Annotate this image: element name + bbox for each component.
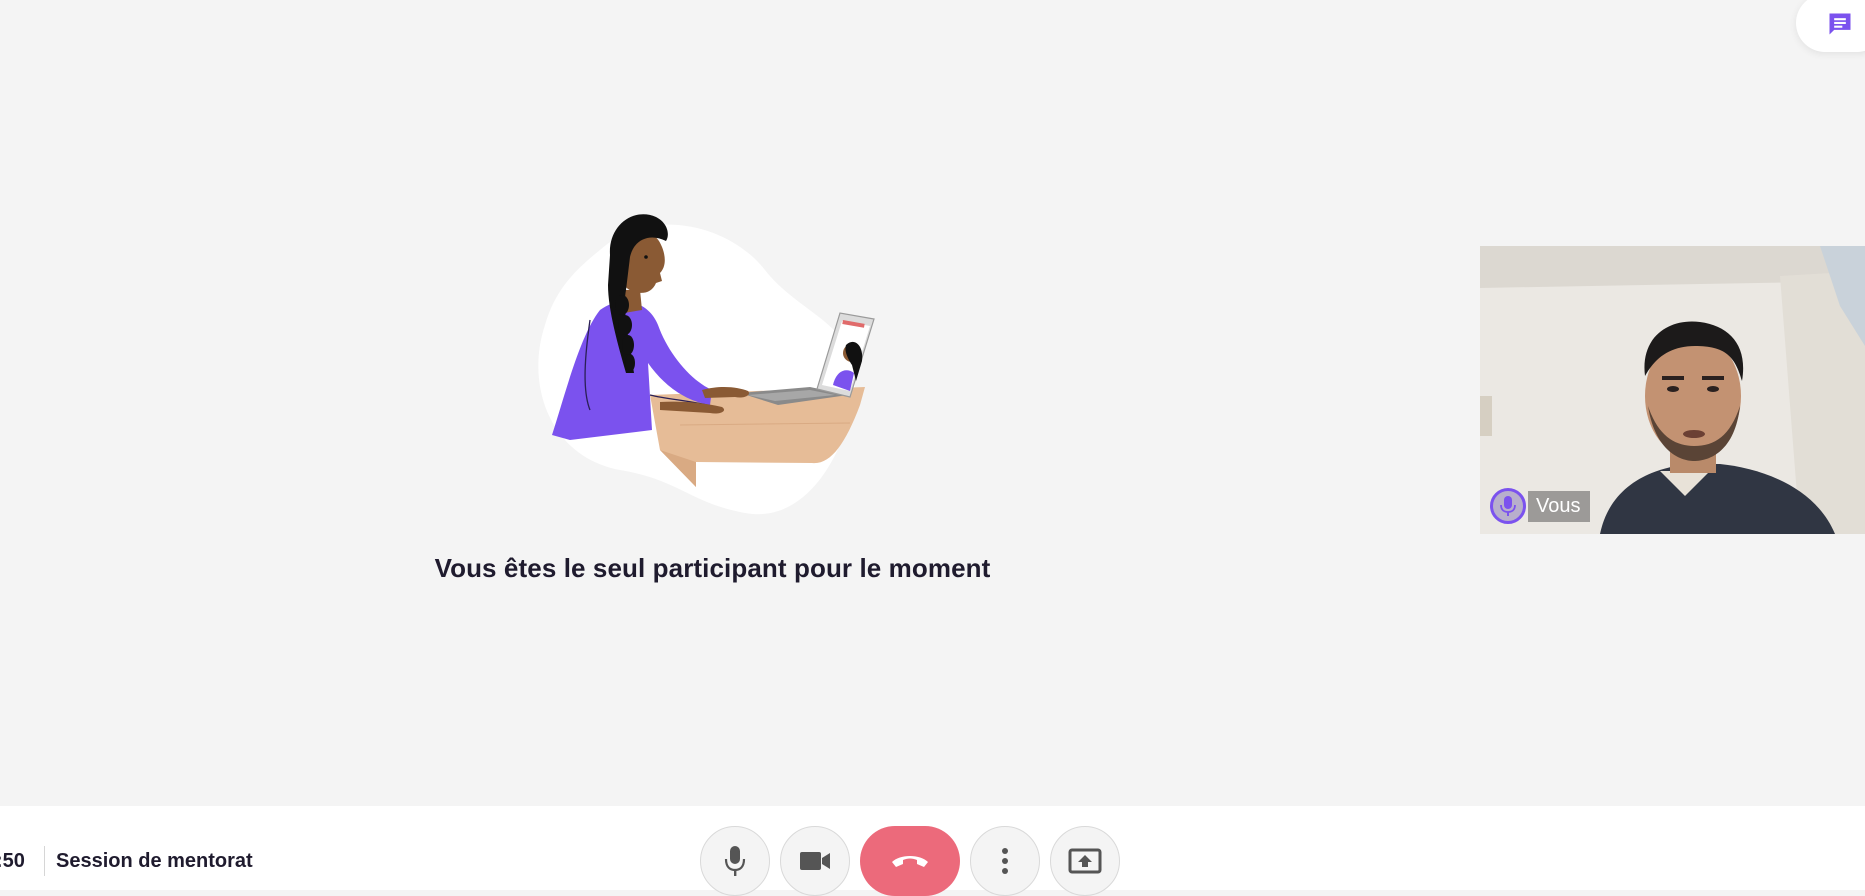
more-vertical-icon (1002, 848, 1008, 874)
self-video-tile[interactable]: Vous (1480, 246, 1865, 534)
more-options-button[interactable] (970, 826, 1040, 896)
microphone-icon (1490, 488, 1526, 524)
chat-bubble-icon (1829, 13, 1851, 35)
woman-on-video-call-illustration (538, 214, 875, 515)
screen-share-icon (1068, 848, 1102, 874)
hang-up-button[interactable] (860, 826, 960, 896)
call-timer: :50 (0, 850, 25, 872)
camera-button[interactable] (780, 826, 850, 896)
share-screen-button[interactable] (1050, 826, 1120, 896)
session-title: Session de mentorat (56, 850, 253, 872)
chat-toggle-button[interactable] (1796, 0, 1865, 52)
video-camera-icon (800, 852, 830, 870)
video-stage: Vous êtes le seul participant pour le mo… (0, 0, 1865, 806)
divider (44, 846, 45, 876)
phone-hangup-icon (892, 856, 928, 867)
microphone-icon (724, 846, 746, 876)
alone-in-call-message: Vous êtes le seul participant pour le mo… (434, 553, 991, 583)
self-name-label: Vous (1528, 490, 1591, 522)
self-badge: Vous (1490, 486, 1591, 526)
microphone-button[interactable] (700, 826, 770, 896)
